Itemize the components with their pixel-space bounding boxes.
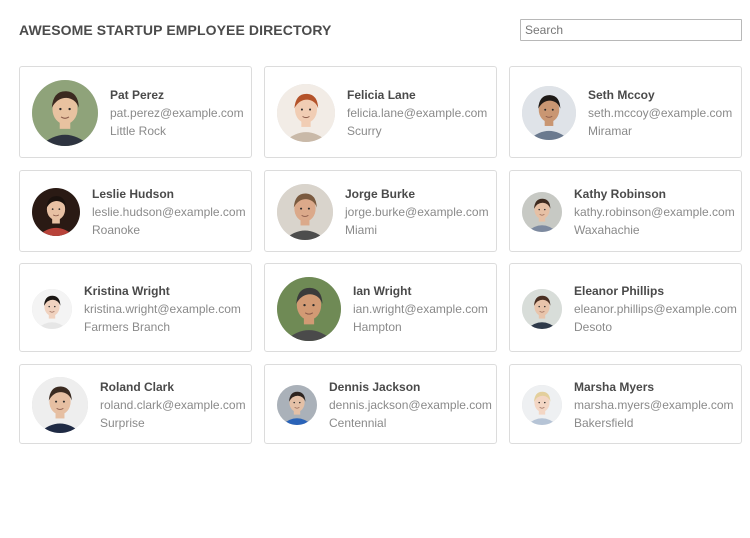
employee-card[interactable]: Kathy Robinson kathy.robinson@example.com…: [509, 170, 742, 252]
search-input[interactable]: [520, 19, 742, 41]
avatar: [32, 377, 88, 433]
employee-city: Little Rock: [110, 124, 167, 138]
employee-info: Leslie Hudson leslie.hudson@example.com Ro…: [92, 187, 246, 237]
avatar: [277, 277, 341, 341]
employee-city: Scurry: [347, 124, 382, 138]
employee-card[interactable]: Kristina Wright kristina.wright@example.c…: [19, 263, 252, 352]
employee-city: Surprise: [100, 416, 145, 430]
employee-email: ian.wright@example.com: [353, 302, 488, 316]
employee-name: Jorge Burke: [345, 187, 416, 201]
employee-city: Waxahachie: [574, 223, 640, 237]
avatar: [277, 385, 317, 425]
employee-city: Bakersfield: [574, 416, 634, 430]
employee-card[interactable]: Pat Perez pat.perez@example.com Little Roc…: [19, 66, 252, 158]
employee-email: leslie.hudson@example.com: [92, 205, 246, 219]
employee-email: jorge.burke@example.com: [345, 205, 489, 219]
employee-card[interactable]: Leslie Hudson leslie.hudson@example.com Ro…: [19, 170, 252, 252]
employee-email: eleanor.phillips@example.com: [574, 302, 737, 316]
employee-email: seth.mccoy@example.com: [588, 106, 733, 120]
employee-card[interactable]: Dennis Jackson dennis.jackson@example.com…: [264, 364, 497, 444]
employee-name: Eleanor Phillips: [574, 284, 665, 298]
employee-info: Kristina Wright kristina.wright@example.c…: [84, 284, 241, 334]
employee-city: Hampton: [353, 320, 402, 334]
employee-name: Marsha Myers: [574, 380, 655, 394]
avatar: [277, 184, 333, 240]
employee-name: Dennis Jackson: [329, 380, 421, 394]
employee-email: kathy.robinson@example.com: [574, 205, 735, 219]
avatar: [522, 385, 562, 425]
employee-card[interactable]: Seth Mccoy seth.mccoy@example.com Miramar: [509, 66, 742, 158]
employee-name: Pat Perez: [110, 88, 165, 102]
employee-email: felicia.lane@example.com: [347, 106, 488, 120]
employee-info: Ian Wright ian.wright@example.com Hampton: [353, 284, 488, 334]
employee-info: Marsha Myers marsha.myers@example.com Bake…: [574, 380, 734, 430]
employee-name: Leslie Hudson: [92, 187, 175, 201]
employee-info: Jorge Burke jorge.burke@example.com Miami: [345, 187, 489, 237]
employee-city: Miami: [345, 223, 377, 237]
employee-email: roland.clark@example.com: [100, 398, 246, 412]
employee-city: Desoto: [574, 320, 613, 334]
employee-city: Roanoke: [92, 223, 141, 237]
employee-card[interactable]: Marsha Myers marsha.myers@example.com Bake…: [509, 364, 742, 444]
avatar: [277, 84, 335, 142]
avatar: [32, 80, 98, 146]
employee-card[interactable]: Roland Clark roland.clark@example.com Surp…: [19, 364, 252, 444]
employee-card[interactable]: Eleanor Phillips eleanor.phillips@example…: [509, 263, 742, 352]
avatar: [522, 289, 562, 329]
employee-email: dennis.jackson@example.com: [329, 398, 492, 412]
employee-email: kristina.wright@example.com: [84, 302, 241, 316]
employee-name: Seth Mccoy: [588, 88, 655, 102]
employee-card[interactable]: Jorge Burke jorge.burke@example.com Miami: [264, 170, 497, 252]
avatar: [522, 192, 562, 232]
employee-name: Kathy Robinson: [574, 187, 666, 201]
avatar: [522, 86, 576, 140]
employee-info: Seth Mccoy seth.mccoy@example.com Miramar: [588, 88, 732, 138]
employee-info: Pat Perez pat.perez@example.com Little Roc…: [110, 88, 244, 138]
employee-name: Ian Wright: [353, 284, 412, 298]
employee-name: Felicia Lane: [347, 88, 416, 102]
employee-info: Felicia Lane felicia.lane@example.com Scur…: [347, 88, 487, 138]
page-title: AWESOME STARTUP EMPLOYEE DIRECTORY: [19, 22, 332, 38]
employee-card[interactable]: Ian Wright ian.wright@example.com Hampton: [264, 263, 497, 352]
employee-city: Miramar: [588, 124, 632, 138]
employee-info: Eleanor Phillips eleanor.phillips@example…: [574, 284, 737, 334]
avatar: [32, 188, 80, 236]
employee-info: Dennis Jackson dennis.jackson@example.com…: [329, 380, 492, 430]
employee-city: Farmers Branch: [84, 320, 171, 334]
page-header: AWESOME STARTUP EMPLOYEE DIRECTORY: [19, 18, 742, 44]
employee-name: Kristina Wright: [84, 284, 170, 298]
employee-email: marsha.myers@example.com: [574, 398, 734, 412]
employee-email: pat.perez@example.com: [110, 106, 244, 120]
employee-info: Kathy Robinson kathy.robinson@example.com…: [574, 187, 735, 237]
employee-name: Roland Clark: [100, 380, 175, 394]
employee-info: Roland Clark roland.clark@example.com Surp…: [100, 380, 246, 430]
employee-city: Centennial: [329, 416, 387, 430]
employee-card[interactable]: Felicia Lane felicia.lane@example.com Scur…: [264, 66, 497, 158]
avatar: [32, 289, 72, 329]
